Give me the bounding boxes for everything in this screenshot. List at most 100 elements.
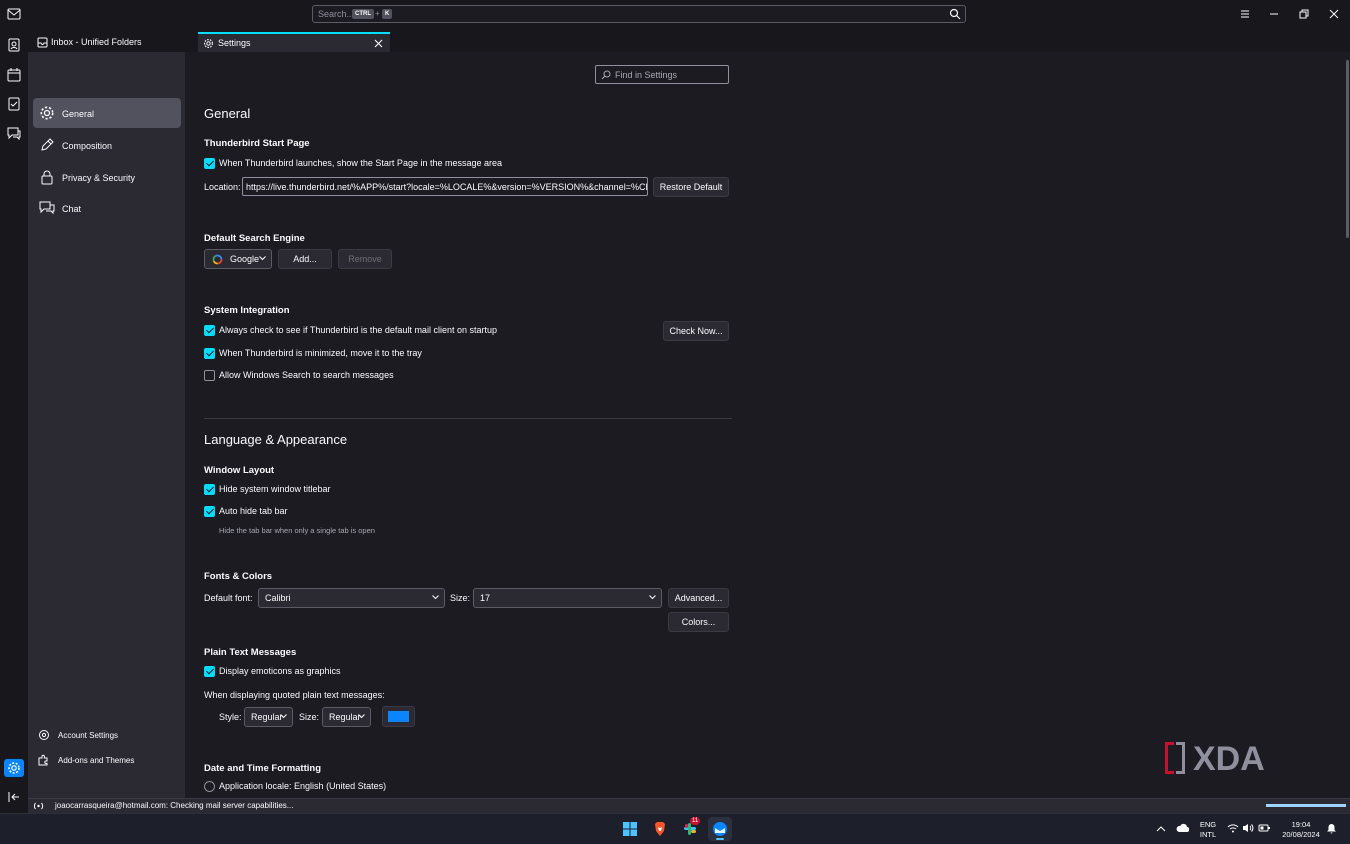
nav-item-privacy-security[interactable]: Privacy & Security [33, 162, 181, 192]
search-engine-select[interactable]: Google [204, 249, 272, 269]
notification-badge: 11 [690, 817, 701, 825]
add-search-engine-button[interactable]: Add... [278, 249, 332, 269]
nav-addons-themes[interactable]: Add-ons and Themes [38, 752, 178, 770]
gear-icon [8, 762, 20, 774]
checkbox-label: When Thunderbird launches, show the Star… [219, 158, 503, 168]
battery-icon[interactable] [1258, 823, 1271, 833]
windows-taskbar: 11 ENG INTL 19:04 20/08/2024 [0, 813, 1350, 844]
checkbox-checked[interactable] [204, 348, 215, 359]
scrollbar-thumb[interactable] [1346, 60, 1349, 238]
default-font-value: Calibri [265, 593, 291, 603]
chevron-up-icon[interactable] [1156, 825, 1166, 832]
thunderbird-taskbar-button[interactable] [708, 817, 732, 841]
heading-start-page: Thunderbird Start Page [204, 138, 310, 149]
clock-time: 19:04 [1291, 820, 1311, 829]
restore-default-button[interactable]: Restore Default [653, 177, 729, 197]
notification-bell-icon[interactable] [1326, 823, 1337, 834]
nav-item-general[interactable]: General [33, 98, 181, 128]
radio-button[interactable] [204, 781, 215, 792]
settings-space-button[interactable] [4, 759, 24, 777]
settings-nav: General Composition Privacy & Security C… [28, 52, 186, 798]
collapse-spaces-icon[interactable] [6, 789, 22, 805]
clock-date: 20/08/2024 [1282, 830, 1320, 839]
checkbox-checked[interactable] [204, 325, 215, 336]
heading-window-layout: Window Layout [204, 465, 275, 476]
global-search-input[interactable]: Search... CTRL + K [312, 5, 966, 23]
inbox-icon [37, 37, 48, 48]
find-in-settings-input[interactable]: Find in Settings [595, 65, 729, 84]
keyboard-layout[interactable]: ENG INTL [1196, 820, 1220, 840]
font-size-value: 17 [480, 593, 491, 603]
close-tab-icon[interactable] [374, 39, 383, 48]
lang-bottom: INTL [1199, 830, 1217, 839]
advanced-fonts-button[interactable]: Advanced... [668, 588, 729, 608]
calendar-icon[interactable] [6, 67, 22, 83]
nav-label: Add-ons and Themes [58, 756, 135, 765]
slack-app[interactable]: 11 [682, 817, 701, 837]
minimize-icon[interactable] [1267, 7, 1281, 21]
nav-label: General [62, 109, 95, 119]
online-status-icon[interactable] [33, 801, 44, 811]
tab-settings[interactable]: Settings [198, 32, 390, 52]
kbd-key: K [382, 9, 393, 19]
app-menu-icon[interactable] [1238, 7, 1252, 21]
settings-content: Find in Settings General Thunderbird Sta… [186, 52, 1350, 798]
brave-browser-icon[interactable] [652, 821, 668, 837]
nav-label: Privacy & Security [62, 173, 136, 183]
mail-space-icon[interactable] [7, 8, 21, 20]
chevron-down-icon [259, 256, 266, 261]
default-font-select[interactable]: Calibri [258, 588, 445, 608]
address-book-icon[interactable] [6, 37, 22, 53]
checkbox-unchecked[interactable] [204, 370, 215, 381]
nav-account-settings[interactable]: Account Settings [38, 727, 178, 745]
nav-item-chat[interactable]: Chat [33, 193, 181, 223]
windows-start-icon[interactable] [622, 821, 638, 837]
quote-style-select[interactable]: Regular [244, 707, 293, 727]
kbd-ctrl: CTRL [352, 9, 374, 19]
tab-inbox[interactable]: Inbox - Unified Folders [28, 32, 198, 52]
svg-text:XDA: XDA [1193, 740, 1265, 778]
checkbox-checked[interactable] [204, 666, 215, 677]
chat-space-icon[interactable] [6, 125, 22, 141]
section-title-language: Language & Appearance [204, 432, 348, 447]
font-size-select[interactable]: 17 [473, 588, 662, 608]
location-input[interactable]: https://live.thunderbird.net/%APP%/start… [242, 177, 648, 196]
location-label: Location: [204, 182, 241, 192]
checkbox-checked[interactable] [204, 158, 215, 169]
checkbox-checked[interactable] [204, 484, 215, 495]
heading-date-time: Date and Time Formatting [204, 763, 322, 774]
wifi-icon[interactable] [1227, 823, 1239, 833]
onedrive-icon[interactable] [1176, 823, 1189, 833]
close-window-icon[interactable] [1327, 7, 1341, 21]
restore-icon[interactable] [1297, 7, 1311, 21]
clock[interactable]: 19:04 20/08/2024 [1278, 820, 1324, 840]
tasks-icon[interactable] [6, 96, 22, 112]
checkbox-label: Always check to see if Thunderbird is th… [219, 325, 497, 335]
colors-button[interactable]: Colors... [668, 612, 729, 632]
nav-label: Account Settings [58, 731, 119, 740]
search-engine-value: Google [230, 254, 260, 264]
lang-top: ENG [1199, 820, 1217, 829]
spaces-toolbar [0, 29, 28, 813]
volume-icon[interactable] [1242, 823, 1254, 833]
checkbox-label: Allow Windows Search to search messages [219, 370, 394, 380]
tab-label: Settings [218, 38, 251, 48]
search-icon[interactable] [949, 8, 961, 20]
search-icon [601, 70, 611, 80]
quote-size-value: Regular [329, 712, 361, 722]
quote-style-value: Regular [251, 712, 283, 722]
quote-color-button[interactable] [382, 706, 415, 727]
auto-hide-hint: Hide the tab bar when only a single tab … [219, 526, 375, 535]
chevron-down-icon [358, 714, 365, 719]
check-now-button[interactable]: Check Now... [663, 321, 729, 341]
checkbox-label: Display emoticons as graphics [219, 666, 341, 676]
checkbox-checked[interactable] [204, 506, 215, 517]
lock-icon [41, 170, 53, 185]
remove-search-engine-button[interactable]: Remove [338, 249, 392, 269]
quote-size-select[interactable]: Regular [322, 707, 371, 727]
find-placeholder: Find in Settings [615, 70, 678, 80]
progress-fill [1266, 804, 1346, 807]
nav-item-composition[interactable]: Composition [33, 130, 181, 160]
status-text: joaocarrasqueira@hotmail.com: Checking m… [55, 801, 294, 810]
font-size-label: Size: [450, 593, 471, 603]
